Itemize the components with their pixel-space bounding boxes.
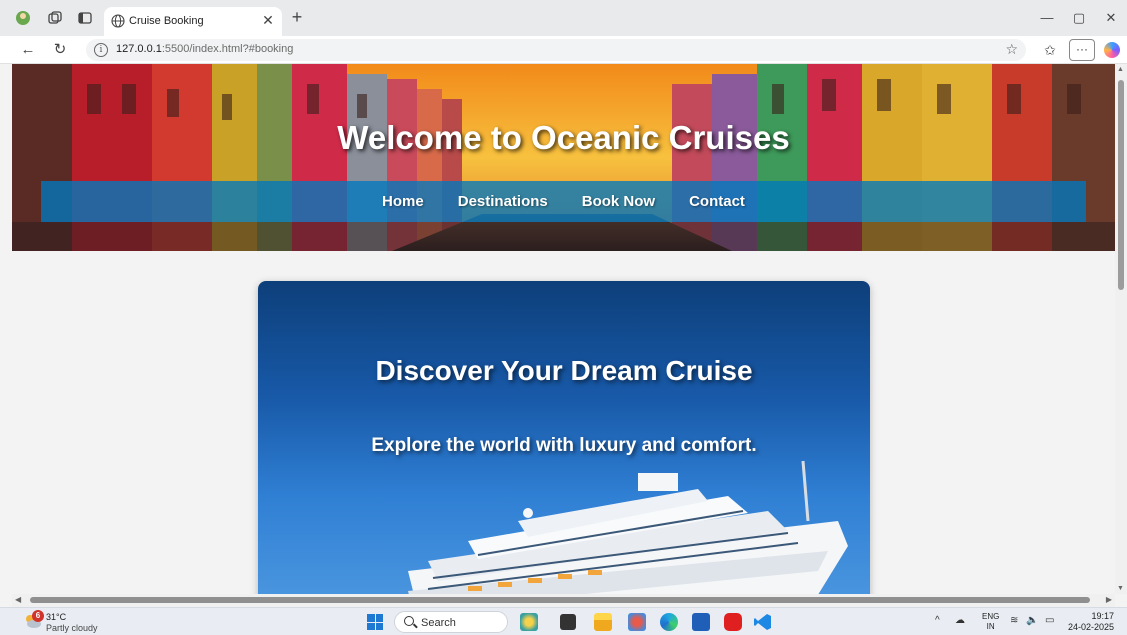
- tab-actions-icon[interactable]: [76, 9, 94, 27]
- language-indicator[interactable]: ENG IN: [982, 612, 999, 632]
- horizontal-scroll-thumb[interactable]: [30, 597, 1090, 603]
- edge-browser-icon[interactable]: [660, 613, 678, 631]
- tray-overflow-icon[interactable]: ^: [935, 615, 940, 626]
- file-explorer-icon[interactable]: [594, 613, 612, 631]
- nav-destinations[interactable]: Destinations: [441, 193, 565, 210]
- profile-icon[interactable]: [14, 9, 32, 27]
- vscode-icon[interactable]: [754, 613, 772, 631]
- scroll-right-icon[interactable]: ▶: [1106, 595, 1112, 604]
- new-tab-icon[interactable]: +: [288, 8, 306, 26]
- youtube-icon[interactable]: [724, 613, 742, 631]
- horizontal-scrollbar[interactable]: ◀ ▶: [12, 594, 1115, 607]
- card-title: Discover Your Dream Cruise: [375, 355, 753, 386]
- back-icon[interactable]: ←: [18, 40, 38, 60]
- system-clock[interactable]: 19:17 24-02-2025: [1066, 611, 1114, 633]
- main-nav: Home Destinations Book Now Contact: [41, 181, 1086, 222]
- task-view-icon[interactable]: [560, 614, 576, 630]
- hero-background-image: [12, 64, 1115, 251]
- favorites-icon[interactable]: ✩: [1040, 40, 1060, 60]
- workspaces-icon[interactable]: [46, 9, 64, 27]
- restore-icon[interactable]: ▢: [1071, 10, 1087, 26]
- close-window-icon[interactable]: ✕: [1103, 10, 1119, 26]
- cruise-ship-image: [408, 460, 848, 607]
- site-info-icon[interactable]: i: [94, 43, 108, 57]
- weather-description[interactable]: Partly cloudy: [46, 623, 98, 633]
- nav-contact[interactable]: Contact: [672, 193, 762, 210]
- onedrive-icon[interactable]: ☁: [955, 615, 965, 626]
- favorite-star-icon[interactable]: ☆: [1005, 41, 1018, 58]
- scroll-down-icon[interactable]: ▼: [1117, 585, 1124, 592]
- paint-app-icon[interactable]: [628, 613, 646, 631]
- store-icon[interactable]: [692, 613, 710, 631]
- weather-temperature[interactable]: 31°C: [46, 612, 66, 622]
- taskbar: 6 31°C Partly cloudy Search ^ ☁ ENG IN ≋…: [0, 607, 1127, 635]
- wifi-icon[interactable]: ≋: [1010, 615, 1018, 626]
- nav-book-now[interactable]: Book Now: [565, 193, 672, 210]
- globe-icon: [111, 14, 125, 28]
- weather-badge: 6: [32, 610, 44, 622]
- battery-icon[interactable]: ▭: [1045, 615, 1054, 626]
- tab-title: Cruise Booking: [129, 15, 204, 27]
- hero-title: Welcome to Oceanic Cruises: [337, 119, 790, 156]
- vertical-scrollbar[interactable]: ▲ ▼: [1115, 64, 1127, 594]
- scroll-up-icon[interactable]: ▲: [1117, 66, 1124, 73]
- hero-banner: Welcome to Oceanic Cruises Home Destinat…: [12, 64, 1115, 251]
- taskbar-search[interactable]: Search: [394, 611, 508, 633]
- url-field[interactable]: i 127.0.0.1:5500/index.html?#booking ☆: [86, 39, 1026, 61]
- widgets-icon[interactable]: [520, 613, 538, 631]
- search-icon: [404, 616, 414, 626]
- browser-title-bar: Cruise Booking ✕ + — ▢ ✕: [0, 0, 1127, 36]
- refresh-icon[interactable]: ↻: [50, 40, 70, 60]
- page-viewport: Welcome to Oceanic Cruises Home Destinat…: [0, 64, 1127, 607]
- tab-cruise-booking[interactable]: Cruise Booking ✕: [104, 7, 282, 36]
- scroll-left-icon[interactable]: ◀: [15, 595, 21, 604]
- vertical-scroll-thumb[interactable]: [1118, 80, 1124, 290]
- more-options-icon[interactable]: ···: [1069, 39, 1095, 61]
- close-tab-icon[interactable]: ✕: [260, 12, 276, 28]
- copilot-icon[interactable]: [1104, 42, 1120, 58]
- minimize-icon[interactable]: —: [1039, 10, 1055, 26]
- promo-card: Discover Your Dream Cruise Explore the w…: [258, 281, 870, 607]
- nav-home[interactable]: Home: [365, 193, 441, 210]
- address-bar: ← ↻ i 127.0.0.1:5500/index.html?#booking…: [0, 36, 1127, 64]
- volume-icon[interactable]: 🔈: [1026, 615, 1038, 626]
- url-text[interactable]: 127.0.0.1:5500/index.html?#booking: [116, 43, 293, 55]
- windows-start-icon[interactable]: [367, 614, 383, 630]
